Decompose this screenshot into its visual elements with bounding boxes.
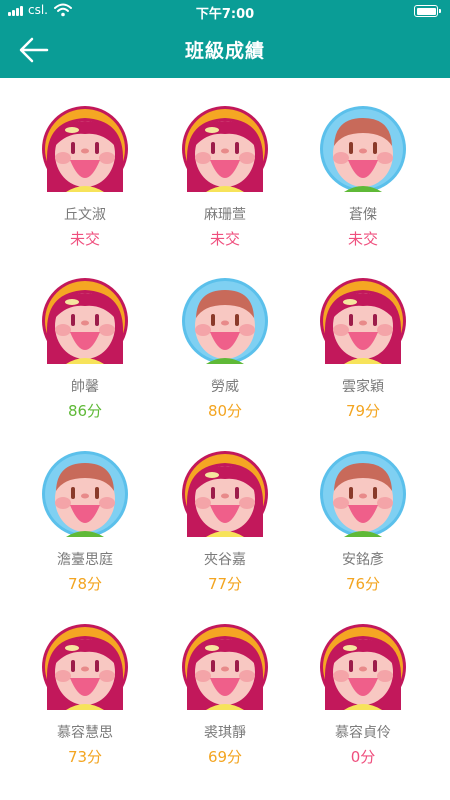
student-name: 雲家穎 bbox=[342, 379, 384, 395]
battery-icon bbox=[414, 5, 441, 17]
student-score: 86分 bbox=[67, 402, 103, 420]
student-card[interactable]: 丘文淑 未交 bbox=[10, 78, 160, 250]
student-name: 夾谷嘉 bbox=[204, 552, 246, 568]
student-card[interactable]: 裘琪靜 69分 bbox=[150, 596, 300, 768]
student-score: 79分 bbox=[345, 402, 381, 420]
boy-avatar-icon bbox=[320, 106, 406, 192]
student-card[interactable]: 慕容貞伶 0分 bbox=[288, 596, 438, 768]
student-card[interactable]: 帥馨 86分 bbox=[10, 250, 160, 422]
student-score: 未交 bbox=[347, 230, 378, 248]
student-name: 澹臺思庭 bbox=[57, 552, 113, 568]
boy-avatar-icon bbox=[320, 451, 406, 537]
status-bar: csl. 下午7:00 bbox=[0, 0, 450, 22]
status-time: 下午7:00 bbox=[195, 7, 255, 22]
student-score: 80分 bbox=[207, 402, 243, 420]
boy-avatar-icon bbox=[42, 451, 128, 537]
student-score: 73分 bbox=[67, 748, 103, 766]
student-card[interactable]: 慕容慧思 73分 bbox=[10, 596, 160, 768]
student-card[interactable]: 安銘彥 76分 bbox=[288, 423, 438, 595]
student-card[interactable]: 澹臺思庭 78分 bbox=[10, 423, 160, 595]
student-card[interactable]: 麻珊萱 未交 bbox=[150, 78, 300, 250]
girl-avatar-icon bbox=[182, 624, 268, 710]
page-title: 班級成績 bbox=[184, 40, 265, 62]
girl-avatar-icon bbox=[182, 106, 268, 192]
girl-avatar-icon bbox=[182, 451, 268, 537]
student-score: 77分 bbox=[207, 575, 243, 593]
student-card[interactable]: 雲家穎 79分 bbox=[288, 250, 438, 422]
student-name: 裘琪靜 bbox=[204, 725, 246, 741]
girl-avatar-icon bbox=[320, 624, 406, 710]
app-header: csl. 下午7:00 班級成績 bbox=[0, 0, 450, 78]
student-name: 帥馨 bbox=[71, 379, 99, 395]
student-name: 勞威 bbox=[211, 379, 239, 395]
student-name: 蒼傑 bbox=[349, 207, 377, 223]
student-name: 安銘彥 bbox=[342, 552, 384, 568]
student-score: 78分 bbox=[67, 575, 103, 593]
student-score: 未交 bbox=[209, 230, 240, 248]
girl-avatar-icon bbox=[42, 624, 128, 710]
nav-bar: 班級成績 bbox=[0, 22, 450, 78]
student-name: 慕容慧思 bbox=[57, 725, 113, 741]
girl-avatar-icon bbox=[42, 106, 128, 192]
student-name: 慕容貞伶 bbox=[335, 725, 391, 741]
student-name: 丘文淑 bbox=[64, 207, 106, 223]
student-score: 0分 bbox=[350, 748, 376, 766]
student-grid: 丘文淑 未交 麻珊萱 未交 蒼傑 未交 帥馨 86分 勞威 80分 雲家穎 79… bbox=[0, 78, 450, 800]
boy-avatar-icon bbox=[182, 278, 268, 364]
student-card[interactable]: 勞威 80分 bbox=[150, 250, 300, 422]
student-card[interactable]: 夾谷嘉 77分 bbox=[150, 423, 300, 595]
girl-avatar-icon bbox=[42, 278, 128, 364]
student-card[interactable]: 蒼傑 未交 bbox=[288, 78, 438, 250]
girl-avatar-icon bbox=[320, 278, 406, 364]
student-score: 76分 bbox=[345, 575, 381, 593]
student-score: 未交 bbox=[69, 230, 100, 248]
student-name: 麻珊萱 bbox=[204, 207, 246, 223]
student-score: 69分 bbox=[207, 748, 243, 766]
